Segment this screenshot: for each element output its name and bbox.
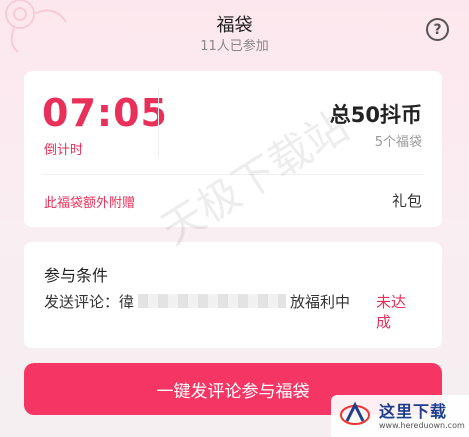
header: 福袋 11人已参加 [0, 14, 469, 56]
countdown-label: 倒计时 [44, 143, 84, 158]
horizontal-divider [42, 174, 424, 175]
corner-logo: 这里下载 www.hereduown.com [331, 395, 469, 437]
extra-gift-value: 礼包 [391, 192, 422, 210]
condition-status: 未达成 [376, 293, 407, 331]
logo-url: www.hereduown.com [379, 421, 465, 430]
extra-gift-label: 此福袋额外附赠 [44, 196, 136, 211]
help-circle-icon[interactable]: ? [426, 18, 449, 41]
vertical-divider [158, 89, 159, 155]
participant-count: 11人已参加 [200, 39, 269, 54]
prize-card: 07:05 倒计时 总50抖币 5个福袋 此福袋额外附赠 礼包 [24, 71, 442, 227]
lucky-bag-panel: 福袋 11人已参加 ? 07:05 倒计时 总50抖币 5个福袋 此福袋额外附赠… [0, 0, 469, 437]
condition-card: 参与条件 发送评论：徫 放福利中 未达成 [24, 242, 442, 348]
redacted-comment [138, 294, 287, 308]
condition-title: 参与条件 [44, 266, 109, 285]
condition-text: 发送评论：徫 放福利中 [44, 292, 364, 312]
condition-text-start: 发送评论：徫 [44, 293, 135, 311]
page-title: 福袋 [216, 15, 253, 36]
prize-total: 总50抖币 [329, 103, 422, 127]
logo-brand: 这里下载 [379, 402, 448, 421]
bag-count: 5个福袋 [374, 135, 422, 150]
countdown-timer: 07:05 [42, 91, 168, 135]
logo-mark-icon [340, 401, 370, 425]
condition-text-end: 放福利中 [290, 293, 351, 311]
